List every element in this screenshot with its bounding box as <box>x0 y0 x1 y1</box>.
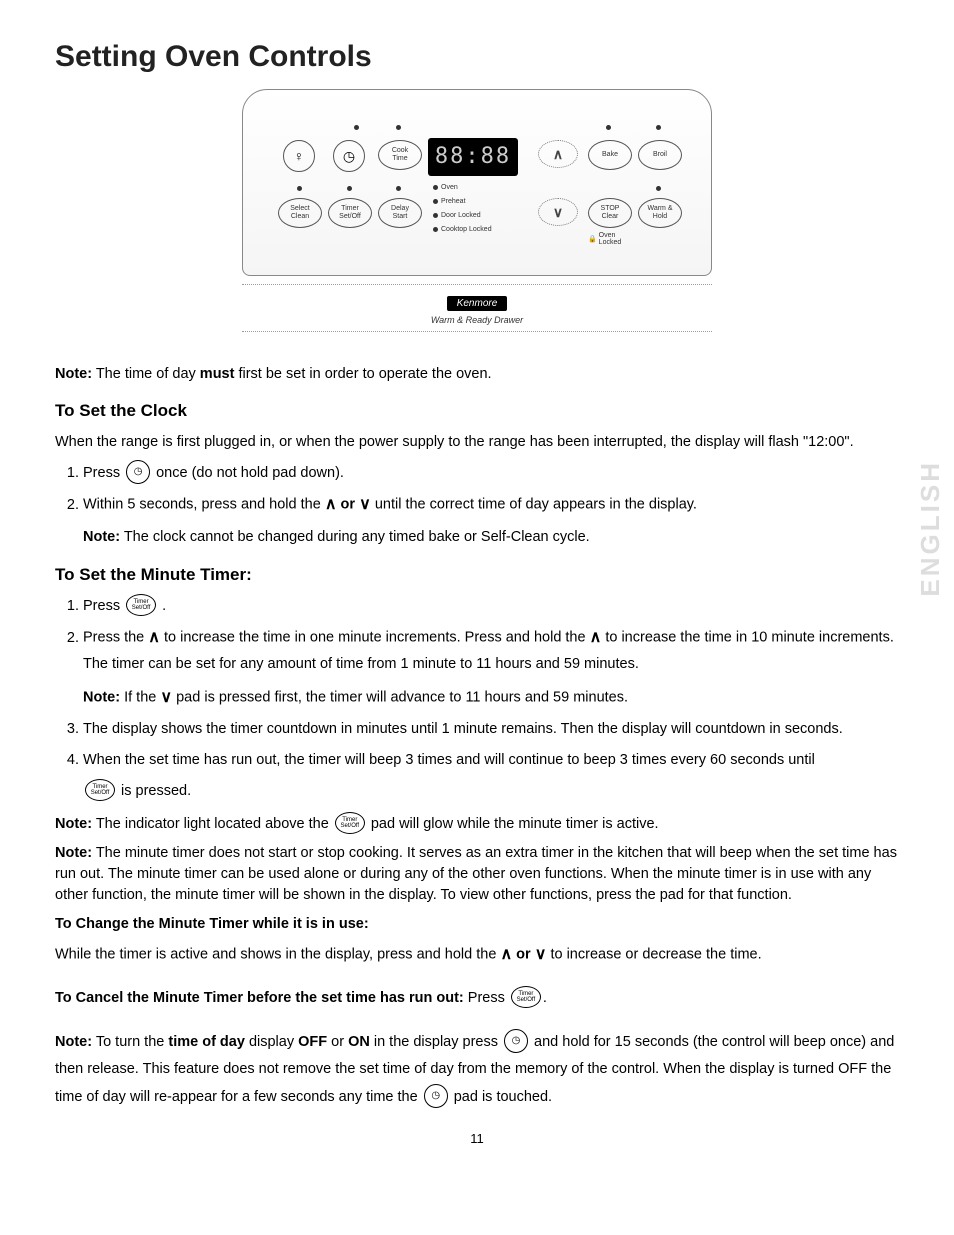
indicator-dot <box>347 186 352 191</box>
up-arrow-panel: ∧ <box>538 140 578 168</box>
up-arrow-icon: ∧ <box>148 624 160 651</box>
oven-light-button: ♀ <box>283 140 315 172</box>
heading-set-clock: To Set the Clock <box>55 399 899 424</box>
bake-button: Bake <box>588 140 632 170</box>
up-arrow-icon: ∧ <box>500 943 512 966</box>
top-note: Note: The time of day must first be set … <box>55 364 899 385</box>
clock-icon: ◷ <box>424 1084 448 1108</box>
heading-set-timer: To Set the Minute Timer: <box>55 563 899 588</box>
warm-hold-button: Warm & Hold <box>638 198 682 228</box>
timer-set-off-icon: TimerSet/Off <box>126 594 156 616</box>
indicator-preheat: Preheat <box>433 198 466 205</box>
clock-display: 88:88 <box>428 138 518 176</box>
down-arrow-icon: ∨ <box>535 943 547 966</box>
drawer-label: Warm & Ready Drawer <box>242 315 712 325</box>
heading-change-timer: To Change the Minute Timer while it is i… <box>55 914 899 935</box>
clock-step-1: Press ◷ once (do not hold pad down). <box>83 461 899 486</box>
timer-step-1: Press TimerSet/Off . <box>83 594 899 619</box>
down-arrow-panel: ∨ <box>538 198 578 226</box>
down-arrow-icon: ∨ <box>359 491 371 518</box>
timer-set-off-icon: TimerSet/Off <box>335 812 365 834</box>
up-arrow-icon: ∧ <box>590 624 602 651</box>
clock-icon: ◷ <box>504 1029 528 1053</box>
indicator-oven: Oven <box>433 184 458 191</box>
timer-button-panel: Timer Set/Off <box>328 198 372 228</box>
note-time-of-day-toggle: Note: To turn the time of day display OF… <box>55 1029 899 1112</box>
indicator-dot <box>656 186 661 191</box>
indicator-dot <box>396 186 401 191</box>
clock-intro: When the range is first plugged in, or w… <box>55 432 899 453</box>
timer-set-off-icon: TimerSet/Off <box>85 779 115 801</box>
down-arrow-icon: ∨ <box>160 684 172 711</box>
stop-clear-button: STOP Clear <box>588 198 632 228</box>
timer-step-4: When the set time has run out, the timer… <box>83 748 899 803</box>
up-arrow-icon: ∧ <box>325 491 337 518</box>
select-clean-button: Select Clean <box>278 198 322 228</box>
page-title: Setting Oven Controls <box>55 40 899 74</box>
language-tab: ENGLISH <box>915 460 946 597</box>
heading-cancel-timer: To Cancel the Minute Timer before the se… <box>55 987 899 1009</box>
page-number: 11 <box>55 1131 899 1146</box>
control-panel-figure: ♀ ◷ Cook Time 88:88 ∧ Bake Broil Select … <box>55 89 899 339</box>
indicator-dot <box>656 125 661 130</box>
note-minute-timer-long: Note: The minute timer does not start or… <box>55 843 899 906</box>
indicator-dot <box>606 125 611 130</box>
delay-start-button: Delay Start <box>378 198 422 228</box>
clock-step-2: Within 5 seconds, press and hold the ∧ o… <box>83 491 899 549</box>
clock-button-panel: ◷ <box>333 140 365 172</box>
broil-button: Broil <box>638 140 682 170</box>
indicator-door-locked: Door Locked <box>433 212 481 219</box>
indicator-dot <box>297 186 302 191</box>
note-indicator: Note: The indicator light located above … <box>55 813 899 835</box>
timer-step-2: Press the ∧ to increase the time in one … <box>83 624 899 711</box>
indicator-dot <box>354 125 359 130</box>
timer-step-3: The display shows the timer countdown in… <box>83 717 899 742</box>
indicator-oven-locked: 🔒 Oven Locked <box>588 232 621 246</box>
indicator-dot <box>396 125 401 130</box>
brand-badge: Kenmore <box>447 296 508 311</box>
change-timer-text: While the timer is active and shows in t… <box>55 943 899 966</box>
timer-set-off-icon: TimerSet/Off <box>511 986 541 1008</box>
indicator-cooktop-locked: Cooktop Locked <box>433 226 492 233</box>
cook-time-button: Cook Time <box>378 140 422 170</box>
clock-icon: ◷ <box>126 460 150 484</box>
